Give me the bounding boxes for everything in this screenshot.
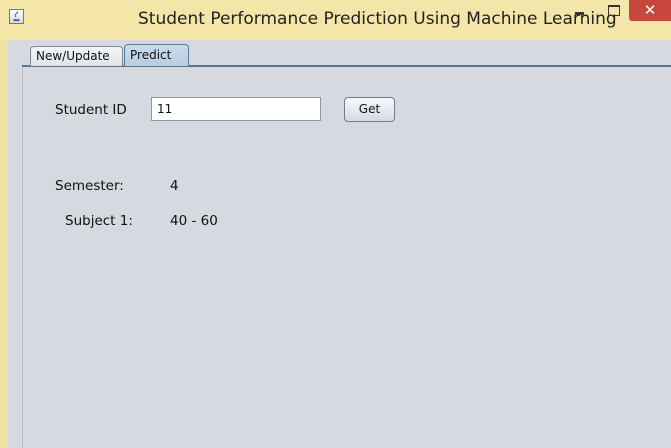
java-app-icon[interactable] bbox=[9, 9, 24, 24]
minimize-icon bbox=[575, 12, 584, 15]
semester-value: 4 bbox=[170, 178, 179, 194]
app-window: Student Performance Prediction Using Mac… bbox=[0, 0, 671, 448]
title-bar[interactable]: Student Performance Prediction Using Mac… bbox=[0, 0, 671, 40]
maximize-icon bbox=[608, 5, 620, 16]
subject-1-value: 40 - 60 bbox=[170, 213, 218, 229]
close-icon: ✕ bbox=[643, 1, 657, 19]
close-button[interactable]: ✕ bbox=[629, 0, 671, 21]
student-id-input[interactable]: 11 bbox=[151, 97, 321, 121]
minimize-button[interactable] bbox=[565, 0, 595, 22]
predict-panel bbox=[22, 67, 671, 448]
student-id-label: Student ID bbox=[55, 102, 127, 118]
semester-label: Semester: bbox=[55, 178, 124, 194]
tab-new-update[interactable]: New/Update bbox=[30, 46, 123, 66]
tab-predict[interactable]: Predict bbox=[124, 44, 189, 66]
get-button[interactable]: Get bbox=[344, 97, 395, 122]
maximize-button[interactable] bbox=[598, 0, 628, 22]
subject-1-label: Subject 1: bbox=[65, 213, 133, 229]
window-title: Student Performance Prediction Using Mac… bbox=[138, 9, 617, 29]
